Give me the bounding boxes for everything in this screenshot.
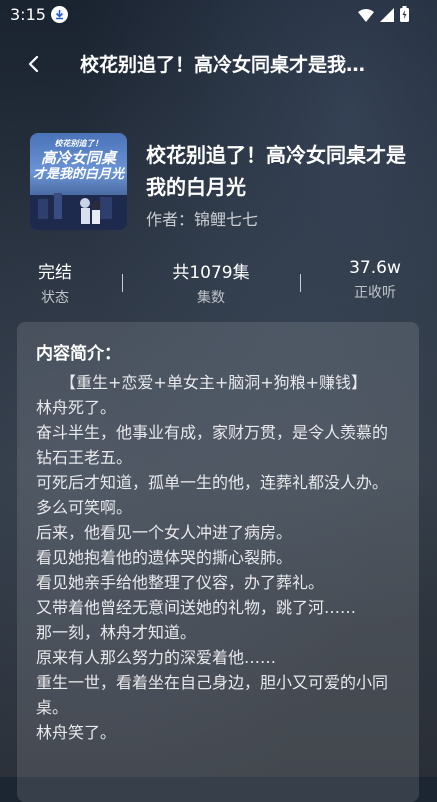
chevron-left-icon: [28, 55, 39, 73]
stat-value: 37.6w: [349, 258, 401, 278]
cover-title-line: 高冷女同桌: [40, 149, 116, 167]
stat-divider: [122, 274, 123, 292]
stat-label: 状态: [41, 290, 69, 306]
stat-episodes: 共1079集 集数: [156, 258, 266, 307]
intro-line: 林舟死了。: [36, 398, 117, 417]
book-author: 作者：锦鲤七七: [146, 210, 259, 229]
status-bar: 3:15: [0, 0, 437, 30]
intro-heading: 内容简介：: [36, 344, 121, 364]
intro-line: 那一刻，林舟才知道。: [36, 623, 197, 642]
intro-line: 原来有人那么努力的深爱着他……: [36, 648, 277, 667]
intro-line: 后来，他看见一个女人冲进了病房。: [36, 523, 293, 542]
intro-line: 林舟笑了。: [36, 723, 117, 742]
intro-line: 【重生+恋爱+单女主+脑洞+狗粮+赚钱】: [36, 373, 368, 392]
intro-line: 看见她抱着他的遗体哭的撕心裂肺。: [36, 548, 293, 567]
page-title: 校花别追了！高冷女同桌才是我…: [80, 54, 366, 76]
stats-row: 完结 状态 共1079集 集数 37.6w 正收听: [0, 258, 437, 314]
status-time: 3:15: [10, 5, 46, 24]
stat-value: 共1079集: [172, 263, 250, 283]
intro-line: 重生一世，看着坐在自己身边，胆小又可爱的小同桌。: [36, 673, 389, 717]
download-icon: [51, 6, 68, 23]
signal-icon: [380, 7, 394, 26]
stat-value: 完结: [38, 263, 72, 283]
intro-line: 奋斗半生，他事业有成，家财万贯，是令人羡慕的钻石王老五。: [36, 423, 389, 467]
wifi-icon: [358, 7, 374, 26]
stat-label: 集数: [197, 290, 225, 306]
cover-title-line: 才是我的白月光: [32, 167, 124, 182]
intro-line: 看见她亲手给他整理了仪容，办了葬礼。: [36, 573, 325, 592]
book-cover[interactable]: 校花别追了！ 高冷女同桌 才是我的白月光: [30, 133, 127, 230]
intro-line: 多么可笑啊。: [36, 498, 133, 517]
back-button[interactable]: [20, 50, 48, 78]
book-title: 校花别追了！高冷女同桌才是我的白月光: [146, 143, 406, 199]
stat-status: 完结 状态: [23, 258, 87, 307]
battery-icon: [400, 6, 409, 26]
intro-line: 又带着他曾经无意间送她的礼物，跳了河……: [36, 598, 357, 617]
stat-listeners: 37.6w 正收听: [340, 258, 410, 302]
intro-text: 【重生+恋爱+单女主+脑洞+狗粮+赚钱】 林舟死了。 奋斗半生，他事业有成，家财…: [36, 370, 402, 745]
stat-divider: [300, 274, 301, 292]
top-nav-bar: 校花别追了！高冷女同桌才是我…: [0, 40, 437, 88]
stat-label: 正收听: [354, 285, 396, 301]
intro-line: 可死后才知道，孤单一生的他，连葬礼都没人办。: [36, 473, 389, 492]
cover-title-line: 校花别追了！: [54, 139, 103, 148]
